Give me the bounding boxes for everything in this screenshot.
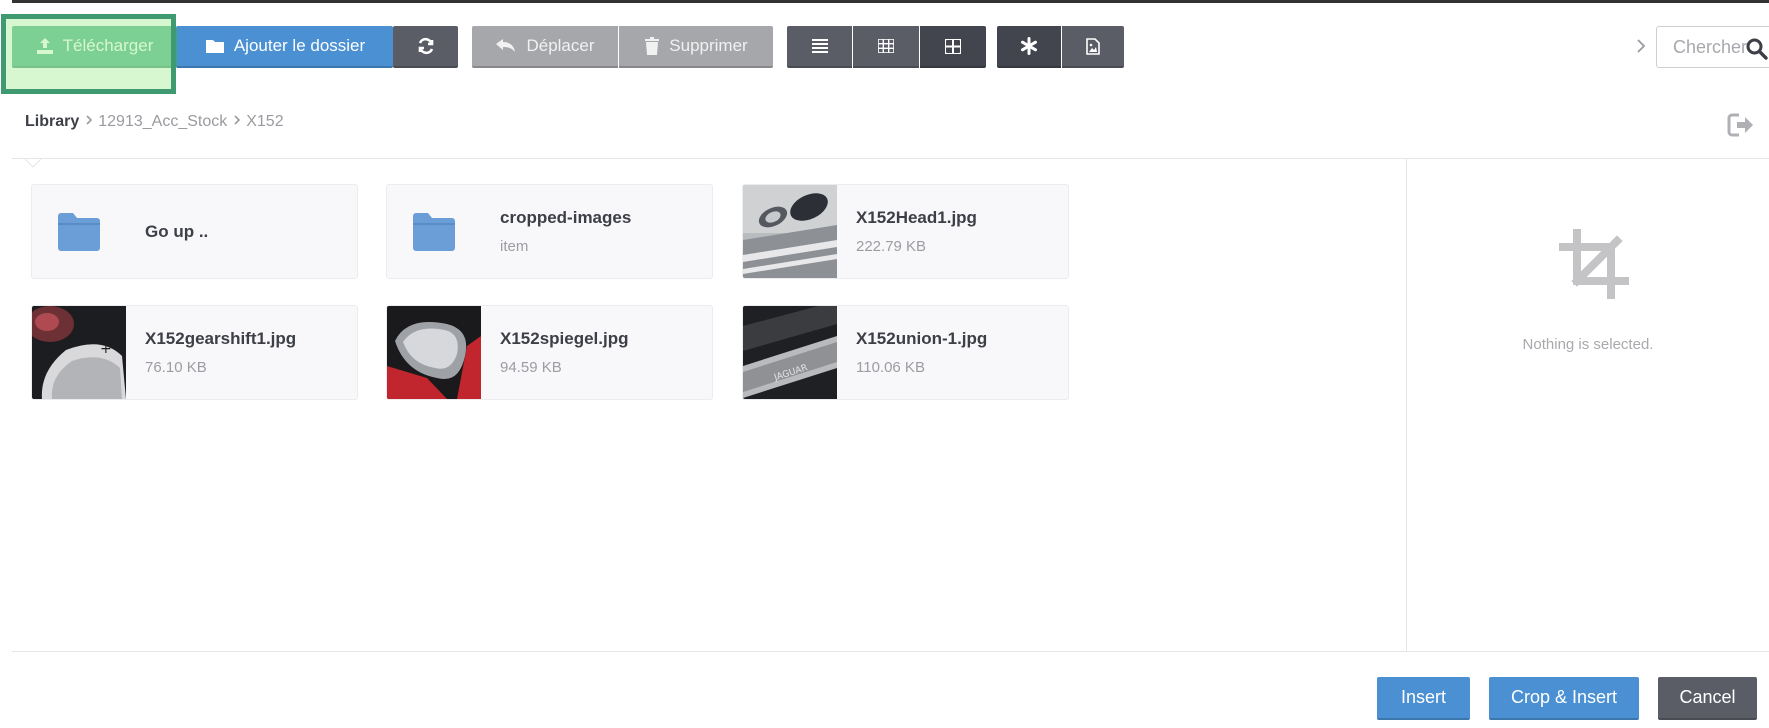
crop-insert-button[interactable]: Crop & Insert [1489, 677, 1639, 720]
image-thumbnail: + [32, 306, 126, 399]
move-button[interactable]: Déplacer [472, 26, 618, 68]
image-file-icon [1086, 37, 1100, 55]
breadcrumb-root[interactable]: Library [25, 113, 79, 131]
delete-button[interactable]: Supprimer [619, 26, 773, 68]
all-files-filter-button[interactable] [997, 26, 1061, 68]
folder-icon [387, 185, 481, 278]
file-name: X152spiegel.jpg [500, 329, 629, 348]
upload-icon [36, 37, 54, 55]
breadcrumb-item[interactable]: 12913_Acc_Stock [98, 113, 227, 131]
breadcrumb: Library 12913_Acc_Stock X152 [25, 113, 284, 131]
move-button-label: Déplacer [526, 36, 595, 55]
image-files-filter-button[interactable] [1062, 26, 1124, 68]
file-size: 94.59 KB [500, 359, 562, 376]
toolbar: Télécharger Ajouter le dossier Déplacer … [12, 26, 1769, 70]
chevron-right-icon[interactable] [1636, 38, 1646, 59]
svg-text:+: + [100, 341, 112, 357]
image-thumbnail [743, 185, 837, 278]
file-size: 222.79 KB [856, 238, 927, 255]
add-folder-button[interactable]: Ajouter le dossier [177, 26, 393, 68]
file-name: cropped-images [500, 208, 632, 227]
refresh-button[interactable] [393, 26, 458, 68]
move-icon [495, 38, 517, 54]
file-name: X152Head1.jpg [856, 208, 977, 227]
empty-selection-text: Nothing is selected. [1522, 336, 1654, 353]
file-card-folder[interactable]: cropped-images item [386, 184, 713, 279]
file-meta: item [500, 238, 529, 255]
folder-icon [205, 38, 225, 54]
breadcrumb-pointer [25, 159, 41, 168]
preview-panel: Nothing is selected. [1407, 159, 1769, 651]
file-name: X152union-1.jpg [856, 329, 988, 348]
image-thumbnail [387, 306, 481, 399]
crop-icon [1559, 229, 1629, 304]
list-view-icon [811, 39, 828, 53]
file-card-image[interactable]: + X152gearshift1.jpg 76.10 KB [31, 305, 358, 400]
cancel-button[interactable]: Cancel [1658, 677, 1757, 720]
top-strip [12, 0, 1769, 3]
large-grid-view-icon [945, 38, 961, 54]
image-thumbnail: JAGUAR [743, 306, 837, 399]
file-card-image[interactable]: X152spiegel.jpg 94.59 KB [386, 305, 713, 400]
trash-icon [644, 37, 660, 55]
upload-button[interactable]: Télécharger [12, 26, 177, 68]
insert-button-label: Insert [1400, 687, 1447, 707]
crop-insert-button-label: Crop & Insert [1510, 687, 1618, 707]
refresh-icon [416, 36, 436, 56]
small-grid-view-icon [878, 39, 894, 53]
chevron-right-icon [233, 113, 241, 131]
small-grid-view-button[interactable] [853, 26, 919, 68]
add-folder-button-label: Ajouter le dossier [233, 36, 366, 55]
insert-button[interactable]: Insert [1377, 677, 1470, 720]
exit-icon[interactable] [1727, 112, 1755, 143]
file-card-image[interactable]: X152Head1.jpg 222.79 KB [742, 184, 1069, 279]
folder-icon [32, 185, 126, 278]
breadcrumb-item-current: X152 [246, 113, 284, 130]
asterisk-icon [1020, 37, 1038, 55]
large-grid-view-button[interactable] [920, 26, 986, 68]
file-card-image[interactable]: JAGUAR X152union-1.jpg 110.06 KB [742, 305, 1069, 400]
file-size: 76.10 KB [145, 359, 207, 376]
search-icon[interactable] [1745, 37, 1769, 66]
chevron-right-icon [85, 113, 93, 131]
delete-button-label: Supprimer [669, 36, 748, 55]
cancel-button-label: Cancel [1679, 687, 1736, 707]
file-size: 110.06 KB [856, 359, 925, 376]
file-card-go-up[interactable]: Go up .. [31, 184, 358, 279]
upload-button-label: Télécharger [62, 36, 154, 55]
footer-divider [12, 651, 1769, 652]
list-view-button[interactable] [787, 26, 852, 68]
file-name: X152gearshift1.jpg [145, 329, 297, 348]
file-name: Go up .. [145, 221, 209, 241]
